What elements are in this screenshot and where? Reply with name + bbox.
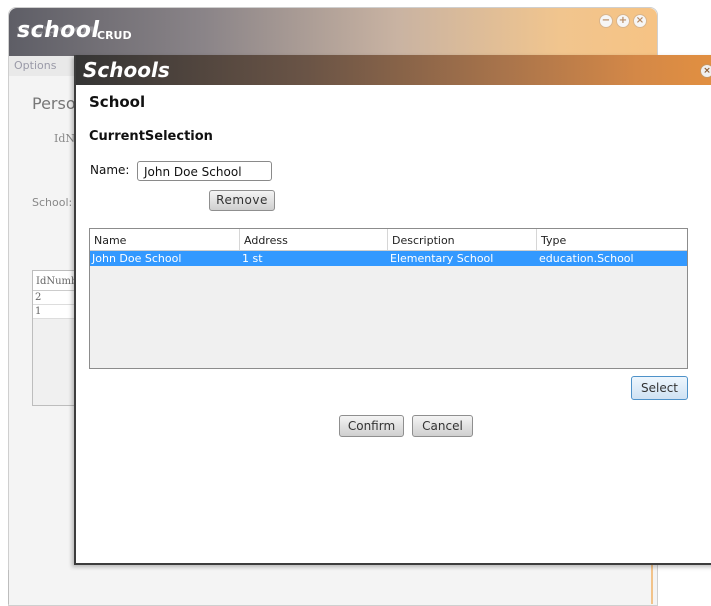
minimize-icon[interactable]: − <box>599 14 613 28</box>
schools-dialog: Schools × School CurrentSelection Name: … <box>74 55 711 565</box>
section-heading: School <box>89 93 146 111</box>
app-logo-reflection: school <box>17 23 97 37</box>
cell-address: 1 st <box>242 252 263 265</box>
window-border <box>8 570 9 604</box>
window-border <box>651 564 653 604</box>
select-button[interactable]: Select <box>631 376 688 400</box>
school-label: School: <box>32 196 73 209</box>
dialog-close-icon[interactable]: × <box>700 64 711 78</box>
confirm-button[interactable]: Confirm <box>339 415 404 437</box>
menu-options[interactable]: Options <box>14 59 56 72</box>
app-logo-subtitle: CRUD <box>97 29 132 42</box>
table-row-selected[interactable]: John Doe School 1 st Elementary School e… <box>90 251 687 266</box>
remove-button[interactable]: Remove <box>209 190 275 211</box>
maximize-icon[interactable]: + <box>616 14 630 28</box>
dialog-titlebar[interactable]: Schools × <box>76 55 711 85</box>
table-header: Name Address Description Type <box>90 229 687 251</box>
main-window-titlebar[interactable]: school school CRUD − + × <box>9 8 657 56</box>
cell-description: Elementary School <box>390 252 494 265</box>
name-label: Name: <box>90 163 130 177</box>
window-controls: − + × <box>599 14 647 28</box>
column-header-address[interactable]: Address <box>239 229 387 250</box>
cell-type: education.School <box>539 252 634 265</box>
column-header-name[interactable]: Name <box>90 229 239 250</box>
close-icon[interactable]: × <box>633 14 647 28</box>
cancel-button[interactable]: Cancel <box>412 415 473 437</box>
schools-table: Name Address Description Type John Doe S… <box>89 228 688 369</box>
column-header-description[interactable]: Description <box>387 229 536 250</box>
column-header-type[interactable]: Type <box>536 229 686 250</box>
current-selection-heading: CurrentSelection <box>89 129 213 144</box>
name-field[interactable]: John Doe School <box>137 161 272 181</box>
persons-title: Perso <box>32 94 76 113</box>
cell-name: John Doe School <box>92 252 182 265</box>
dialog-title: Schools <box>83 58 170 82</box>
